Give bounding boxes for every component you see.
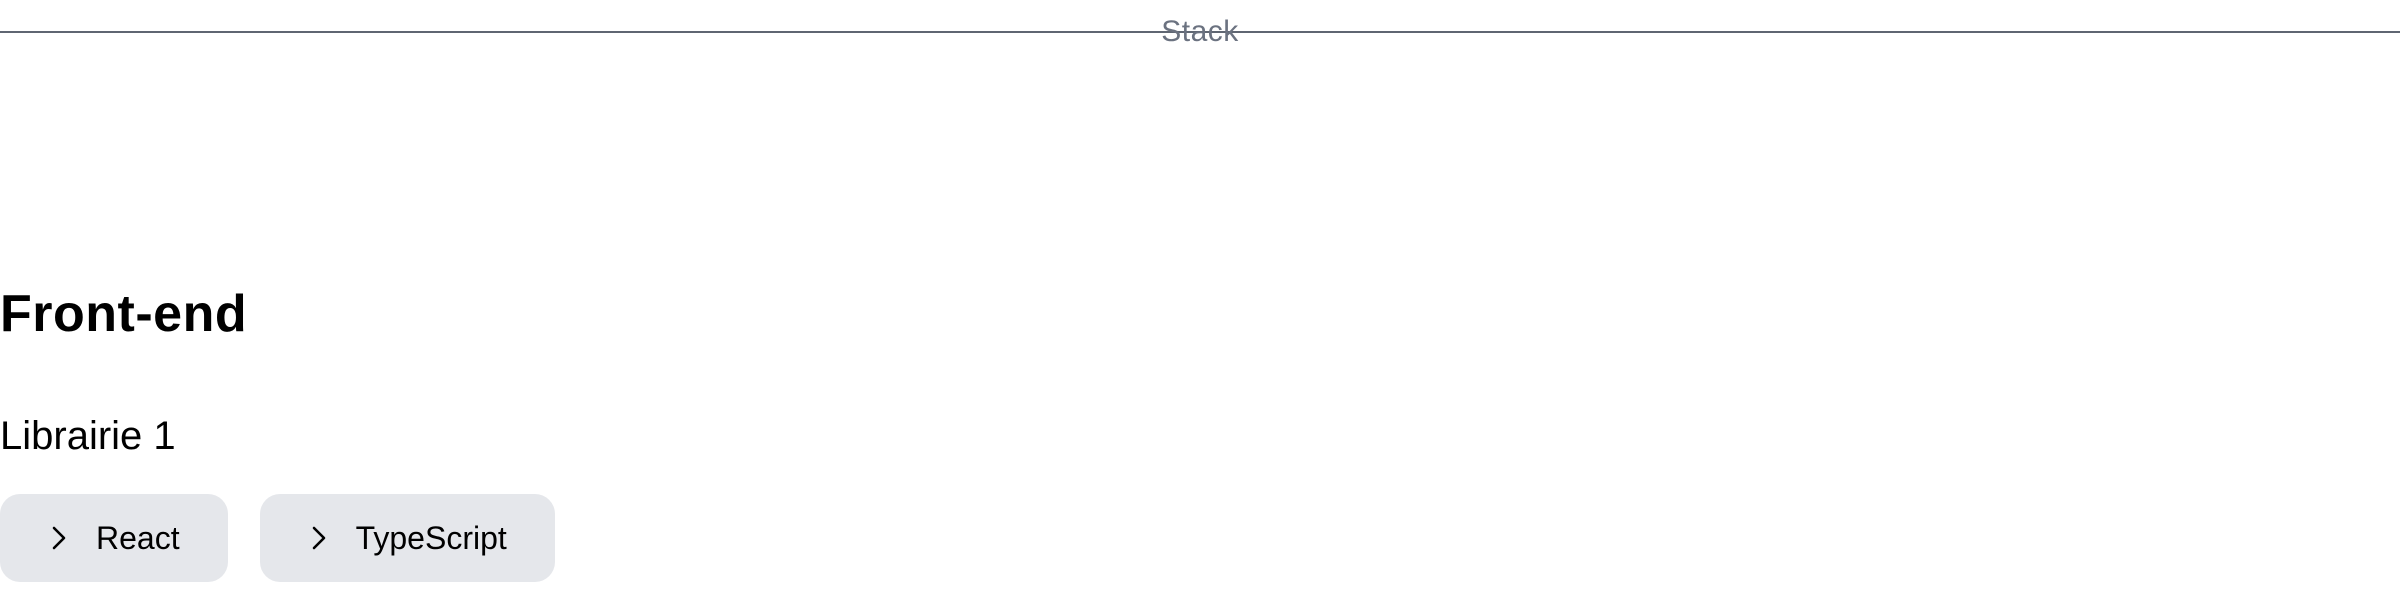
chip-react[interactable]: React xyxy=(0,494,228,582)
divider-label: Stack xyxy=(1161,15,1239,48)
chevron-right-icon xyxy=(308,525,330,551)
chip-label: React xyxy=(96,520,180,556)
chip-row: React TypeScript xyxy=(0,494,555,582)
chip-label: TypeScript xyxy=(355,520,507,556)
chevron-right-icon xyxy=(48,525,70,551)
group-label: Librairie 1 xyxy=(0,414,176,458)
stack-divider: Stack xyxy=(0,10,2400,56)
chip-typescript[interactable]: TypeScript xyxy=(259,494,555,582)
section-title: Front-end xyxy=(0,285,248,343)
